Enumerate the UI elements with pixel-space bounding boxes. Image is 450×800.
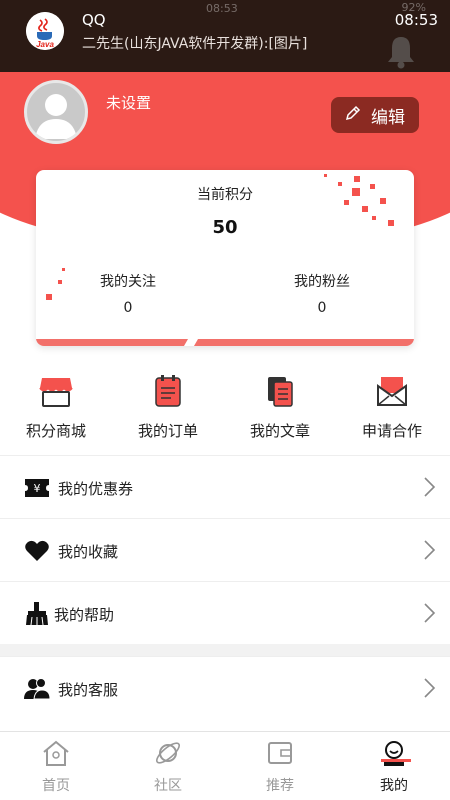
active-tab-indicator [381, 759, 411, 762]
decoration-square [344, 200, 349, 205]
list-item-favorites[interactable]: 我的收藏 [0, 518, 450, 581]
notification-app-name: QQ [82, 11, 106, 29]
tab-mine[interactable]: 我的 [338, 738, 450, 795]
order-icon [151, 374, 185, 408]
decoration-square [372, 216, 376, 220]
following-value[interactable]: 0 [78, 300, 178, 316]
quick-item-label: 申请合作 [361, 422, 422, 440]
profile-page: 08:53 92% Java QQ 二先生(山东JAVA软件开发群):[图片] … [0, 0, 450, 800]
quick-item-points-mall[interactable]: 积分商城 [0, 372, 112, 441]
bottom-tab-bar: 首页 社区 推荐 我的 [0, 731, 450, 800]
edit-label: 编辑 [371, 107, 405, 128]
quick-item-label: 积分商城 [25, 422, 86, 440]
java-logo-icon: Java [26, 12, 64, 50]
chevron-right-icon [422, 476, 436, 498]
list-item-label: 我的客服 [58, 681, 119, 699]
notification-time: 08:53 [394, 11, 438, 29]
list-item-coupons[interactable]: ¥ 我的优惠券 [0, 455, 450, 518]
menu-list: ¥ 我的优惠券 我的收藏 我的帮助 我的客服 [0, 455, 450, 719]
decoration-square [338, 182, 342, 186]
decoration-square [324, 174, 327, 177]
avatar[interactable] [24, 80, 88, 144]
mail-icon [375, 374, 409, 408]
chevron-right-icon [422, 539, 436, 561]
list-item-label: 我的收藏 [58, 543, 119, 561]
chevron-right-icon [422, 677, 436, 699]
bell-icon [386, 34, 416, 74]
tab-home[interactable]: 首页 [0, 738, 112, 795]
card-decoration-bar [36, 339, 414, 346]
quick-item-label: 我的文章 [249, 422, 310, 440]
store-icon [39, 374, 73, 408]
list-item-label: 我的帮助 [54, 606, 115, 624]
planet-icon [153, 738, 183, 768]
decoration-square [62, 268, 65, 271]
home-icon [41, 738, 71, 768]
fans-label[interactable]: 我的粉丝 [272, 271, 372, 291]
decoration-square [388, 220, 394, 226]
status-time: 08:53 [206, 2, 238, 15]
coupon-icon: ¥ [24, 476, 50, 500]
broom-icon [24, 602, 50, 626]
quick-menu: 积分商城 我的订单 我的文章 申请合作 [0, 372, 450, 452]
notification-banner[interactable]: 08:53 92% Java QQ 二先生(山东JAVA软件开发群):[图片] … [0, 0, 450, 72]
decoration-square [370, 184, 375, 189]
decoration-square [352, 188, 360, 196]
tab-label: 推荐 [266, 778, 294, 794]
edit-pencil-icon [345, 105, 361, 126]
quick-item-label: 我的订单 [137, 422, 198, 440]
following-label[interactable]: 我的关注 [78, 271, 178, 291]
decoration-square [46, 294, 52, 300]
article-icon [263, 374, 297, 408]
tab-label: 社区 [154, 778, 182, 794]
java-logo-text: Java [36, 40, 54, 49]
decoration-square [380, 198, 386, 204]
list-item-customer-service[interactable]: 我的客服 [0, 656, 450, 719]
list-item-label: 我的优惠券 [58, 480, 134, 498]
nickname: 未设置 [106, 94, 152, 112]
decoration-square [362, 206, 368, 212]
score-value: 50 [212, 217, 238, 238]
chevron-right-icon [422, 602, 436, 624]
quick-item-cooperation[interactable]: 申请合作 [336, 372, 448, 441]
list-item-help[interactable]: 我的帮助 [0, 581, 450, 644]
tab-community[interactable]: 社区 [112, 738, 224, 795]
wallet-icon [265, 738, 295, 768]
svg-text:¥: ¥ [34, 482, 41, 495]
tab-label: 首页 [42, 778, 70, 794]
heart-icon [24, 539, 50, 563]
user-icon [379, 738, 409, 768]
notification-message: 二先生(山东JAVA软件开发群):[图片] [82, 36, 308, 52]
tab-label: 我的 [380, 778, 408, 794]
edit-profile-button[interactable]: 编辑 [331, 97, 419, 133]
section-divider [0, 644, 450, 656]
quick-item-articles[interactable]: 我的文章 [224, 372, 336, 441]
score-card: 当前积分 50 我的关注 0 我的粉丝 0 [36, 170, 414, 346]
tab-recommend[interactable]: 推荐 [224, 738, 336, 795]
customer-service-icon [24, 677, 51, 701]
quick-item-orders[interactable]: 我的订单 [112, 372, 224, 441]
status-bar: 08:53 92% [0, 0, 450, 15]
fans-value[interactable]: 0 [272, 300, 372, 316]
decoration-square [354, 176, 360, 182]
decoration-square [58, 280, 62, 284]
